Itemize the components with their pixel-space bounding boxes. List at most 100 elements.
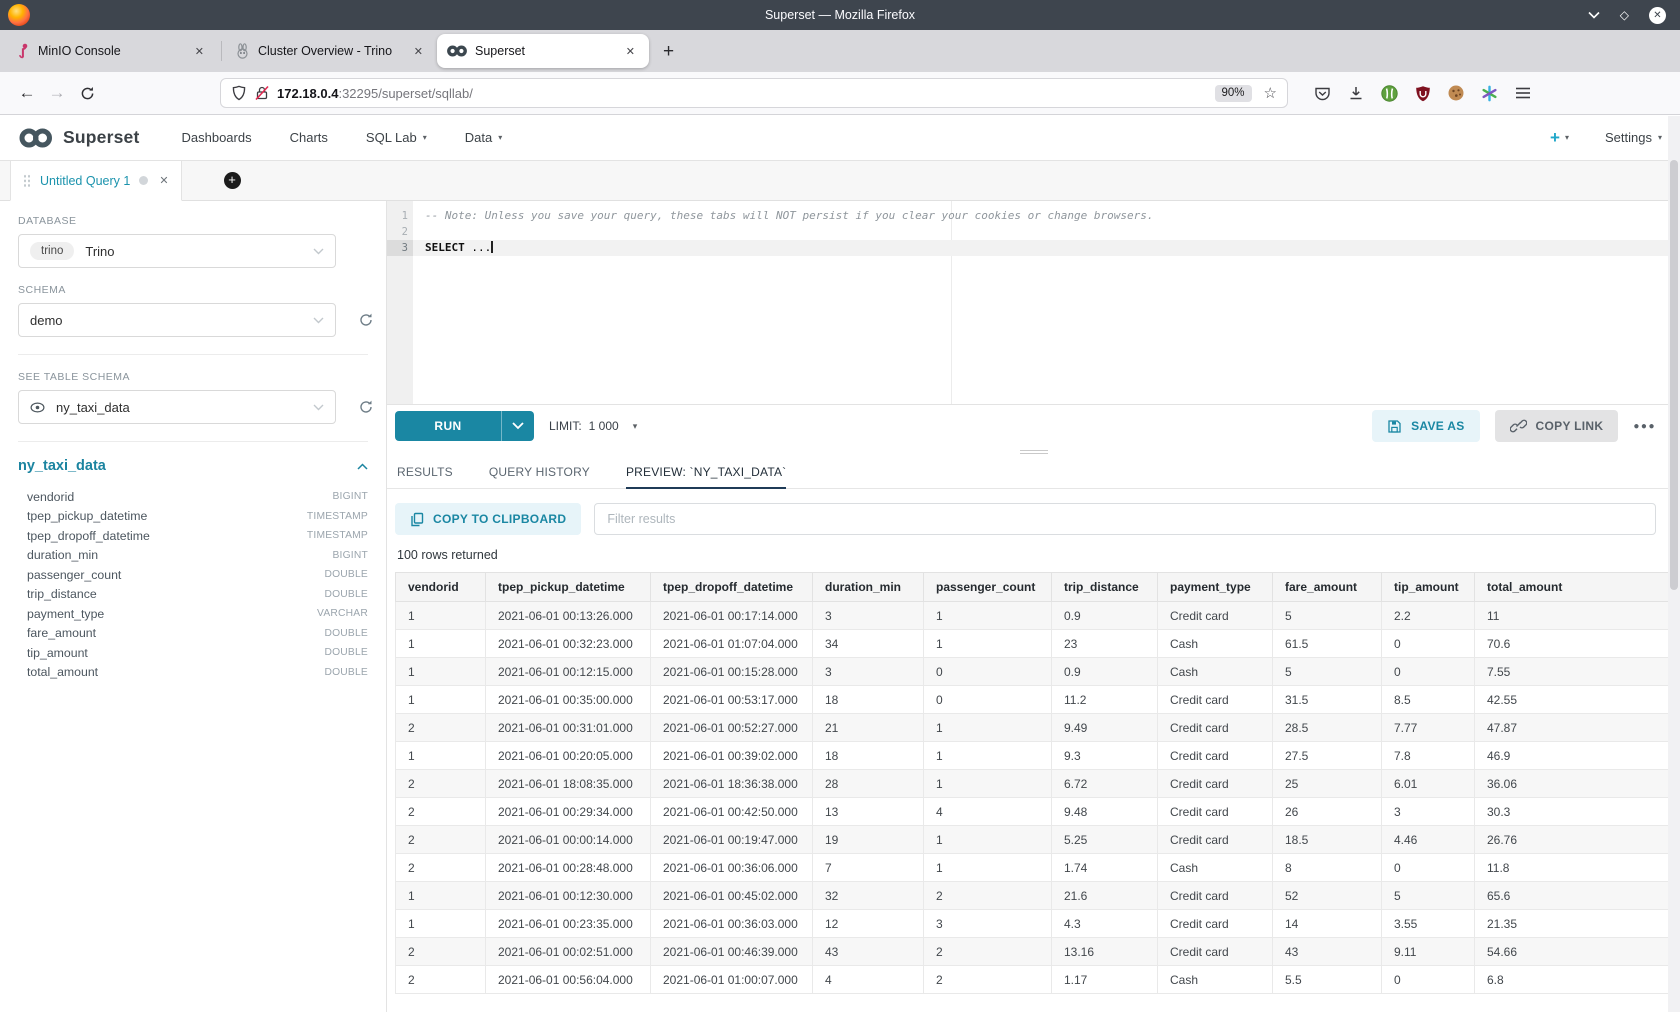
privacy-badger-icon[interactable] (1381, 85, 1398, 102)
zoom-level-badge[interactable]: 90% (1215, 85, 1252, 102)
refresh-schema-icon[interactable] (358, 312, 374, 328)
superset-brand[interactable]: Superset (18, 126, 140, 150)
add-new-button[interactable]: +▾ (1550, 129, 1569, 146)
schema-column[interactable]: tip_amountDOUBLE (18, 643, 368, 663)
tab-close-icon[interactable]: ✕ (191, 43, 208, 60)
run-options-chevron-icon[interactable] (501, 411, 534, 441)
table-cell: 21.35 (1475, 910, 1670, 938)
database-select[interactable]: trino Trino (18, 234, 336, 268)
column-header[interactable]: passenger_count (924, 573, 1052, 602)
column-header[interactable]: tpep_pickup_datetime (486, 573, 651, 602)
url-bar[interactable]: 172.18.0.4:32295/superset/sqllab/ 90% ☆ (220, 78, 1288, 108)
maximize-icon[interactable]: ◇ (1620, 8, 1629, 22)
copy-to-clipboard-button[interactable]: COPY TO CLIPBOARD (395, 503, 581, 535)
extension-asterisk-icon[interactable] (1481, 85, 1498, 102)
column-header[interactable]: fare_amount (1273, 573, 1382, 602)
sql-editor[interactable]: 1 2 3 -- Note: Unless you save your quer… (387, 201, 1680, 405)
menu-hamburger-icon[interactable] (1515, 86, 1531, 100)
nav-dashboards[interactable]: Dashboards (182, 130, 252, 145)
schema-column[interactable]: tpep_pickup_datetimeTIMESTAMP (18, 507, 368, 527)
minimize-icon[interactable] (1588, 11, 1600, 19)
copy-link-button[interactable]: COPY LINK (1495, 410, 1619, 442)
window-close-icon[interactable]: ✕ (1649, 7, 1666, 24)
schema-column[interactable]: payment_typeVARCHAR (18, 604, 368, 624)
table-cell: 2.2 (1382, 602, 1475, 630)
forward-button[interactable]: → (42, 78, 72, 108)
downloads-icon[interactable] (1348, 85, 1364, 101)
line-number: 1 (387, 208, 413, 224)
pane-resize-handle[interactable] (387, 447, 1680, 457)
schema-column[interactable]: tpep_dropoff_datetimeTIMESTAMP (18, 526, 368, 546)
ublock-icon[interactable] (1415, 85, 1431, 102)
run-button[interactable]: RUN (395, 411, 534, 441)
schema-select[interactable]: demo (18, 303, 336, 337)
reload-button[interactable] (72, 78, 102, 108)
column-header[interactable]: duration_min (813, 573, 924, 602)
drag-handle-icon[interactable] (23, 174, 31, 188)
table-row: 22021-06-01 00:02:51.0002021-06-01 00:46… (396, 938, 1670, 966)
flamingo-icon (16, 43, 30, 60)
page-scrollbar[interactable] (1668, 116, 1680, 1012)
tab-results[interactable]: RESULTS (397, 457, 453, 489)
tab-preview[interactable]: PREVIEW: `NY_TAXI_DATA` (626, 457, 786, 489)
filter-results-input[interactable] (594, 503, 1656, 535)
column-name: vendorid (27, 490, 74, 504)
copy-to-clipboard-label: COPY TO CLIPBOARD (433, 512, 566, 526)
table-schema-header[interactable]: ny_taxi_data (18, 458, 368, 474)
line-number: 3 (387, 240, 413, 256)
table-cell: 42.55 (1475, 686, 1670, 714)
run-label[interactable]: RUN (395, 411, 501, 441)
column-header[interactable]: payment_type (1158, 573, 1273, 602)
url-text[interactable]: 172.18.0.4:32295/superset/sqllab/ (277, 86, 473, 101)
save-as-button[interactable]: SAVE AS (1372, 410, 1479, 442)
tab-query-history[interactable]: QUERY HISTORY (489, 457, 590, 489)
nav-data[interactable]: Data▾ (465, 130, 502, 145)
nav-sql-lab[interactable]: SQL Lab▾ (366, 130, 427, 145)
table-cell: 2021-06-01 00:12:15.000 (486, 658, 651, 686)
table-cell: 11.2 (1052, 686, 1158, 714)
insecure-lock-icon[interactable] (255, 85, 269, 101)
more-options-icon[interactable]: ●●● (1633, 421, 1656, 432)
bookmark-star-icon[interactable]: ☆ (1264, 84, 1277, 102)
collapse-chevron-icon[interactable] (357, 463, 368, 470)
shield-icon[interactable] (231, 85, 247, 101)
back-button[interactable]: ← (12, 78, 42, 108)
browser-tab-trino[interactable]: Cluster Overview - Trino ✕ (225, 34, 437, 68)
refresh-table-icon[interactable] (358, 399, 374, 415)
chevron-down-icon (313, 317, 324, 324)
table-row: 22021-06-01 00:28:48.0002021-06-01 00:36… (396, 854, 1670, 882)
column-header[interactable]: trip_distance (1052, 573, 1158, 602)
cookie-icon[interactable] (1448, 85, 1464, 101)
table-cell: Credit card (1158, 742, 1273, 770)
tab-close-icon[interactable]: ✕ (622, 43, 639, 60)
column-header[interactable]: vendorid (396, 573, 486, 602)
schema-column[interactable]: passenger_countDOUBLE (18, 565, 368, 585)
new-tab-button[interactable]: + (663, 42, 674, 61)
table-cell: 26.76 (1475, 826, 1670, 854)
table-row: 22021-06-01 00:56:04.0002021-06-01 01:00… (396, 966, 1670, 994)
add-query-tab-button[interactable]: + (224, 172, 241, 189)
tab-close-icon[interactable]: ✕ (410, 43, 427, 60)
scrollbar-thumb[interactable] (1670, 160, 1678, 590)
column-header[interactable]: tpep_dropoff_datetime (651, 573, 813, 602)
settings-menu[interactable]: Settings▾ (1605, 130, 1662, 145)
sql-comment: -- Note: Unless you save your query, the… (425, 209, 1153, 222)
limit-dropdown[interactable]: LIMIT: 1 000 ▾ (549, 419, 637, 433)
column-header[interactable]: tip_amount (1382, 573, 1475, 602)
nav-charts[interactable]: Charts (290, 130, 328, 145)
query-tab-close-icon[interactable]: ✕ (159, 174, 168, 187)
schema-column[interactable]: vendoridBIGINT (18, 487, 368, 507)
table-cell: 28.5 (1273, 714, 1382, 742)
browser-tab-minio[interactable]: MinIO Console ✕ (6, 34, 218, 68)
table-select[interactable]: ny_taxi_data (18, 390, 336, 424)
schema-column[interactable]: total_amountDOUBLE (18, 663, 368, 683)
schema-column[interactable]: fare_amountDOUBLE (18, 624, 368, 644)
pocket-icon[interactable] (1314, 85, 1331, 102)
schema-column[interactable]: duration_minBIGINT (18, 546, 368, 566)
schema-column[interactable]: trip_distanceDOUBLE (18, 585, 368, 605)
query-tab-active[interactable]: Untitled Query 1 ✕ (10, 161, 182, 201)
editor-code-area[interactable]: -- Note: Unless you save your query, the… (413, 201, 1680, 404)
results-table: vendoridtpep_pickup_datetimetpep_dropoff… (395, 572, 1670, 994)
browser-tab-superset[interactable]: Superset ✕ (437, 34, 649, 68)
column-header[interactable]: total_amount (1475, 573, 1670, 602)
